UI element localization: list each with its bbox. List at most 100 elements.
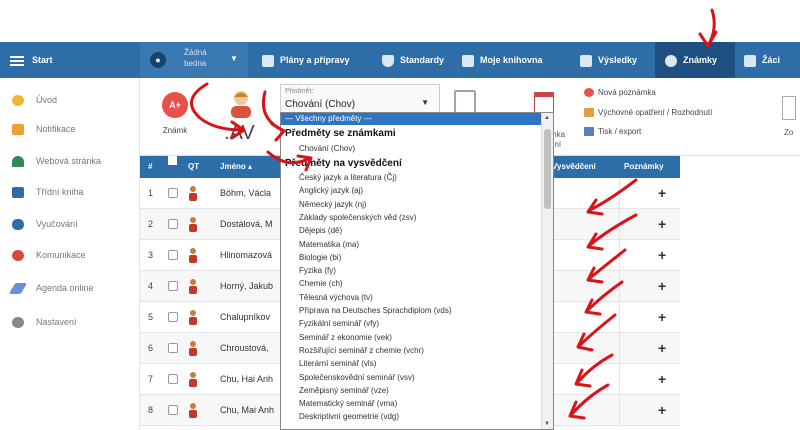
report-cell[interactable] <box>550 364 620 394</box>
student-name[interactable]: Hlinomazová <box>220 250 282 260</box>
dropdown-option[interactable]: Dějepis (dě) <box>299 226 342 235</box>
report-cell[interactable] <box>550 209 620 239</box>
dropdown-option[interactable]: Fyzika (fy) <box>299 266 336 275</box>
sidebar-item-settings[interactable]: Nastavení <box>12 312 77 332</box>
nav-item-grades[interactable]: Známky <box>655 42 735 78</box>
sidebar-item-classbook[interactable]: Třídní kniha <box>12 182 84 202</box>
calendar-icon[interactable] <box>534 92 554 114</box>
report-cell[interactable] <box>550 178 620 208</box>
dropdown-option[interactable]: Německý jazyk (nj) <box>299 200 367 209</box>
student-name[interactable]: Böhm, Václa <box>220 188 282 198</box>
document-icon[interactable] <box>782 96 796 120</box>
sidebar-item-communication[interactable]: Komunikace <box>12 245 86 265</box>
dropdown-option[interactable]: Rozšiřující seminář z chemie (vchr) <box>299 346 424 355</box>
report-cell[interactable] <box>550 240 620 270</box>
dropdown-option[interactable]: Základy společenských věd (zsv) <box>299 213 416 222</box>
print-export-link[interactable]: Tisk / export <box>584 127 641 137</box>
dropdown-option[interactable]: Tělesná výchova (tv) <box>299 293 373 302</box>
measures-link[interactable]: Výchovné opatření / Rozhodnutí <box>584 108 712 118</box>
student-name[interactable]: Chu, Mai Anh <box>220 405 282 415</box>
bar-chart-icon <box>580 54 592 67</box>
nav-item-standards[interactable]: Standardy <box>382 42 444 78</box>
student-name[interactable]: Chu, Hai Anh <box>220 374 282 384</box>
col-name[interactable]: Jméno ▴ <box>220 156 252 178</box>
col-report[interactable]: Vysvědčení <box>552 156 596 178</box>
scrollbar-thumb[interactable] <box>544 129 551 209</box>
student-name[interactable]: Dostálová, M <box>220 219 282 229</box>
dropdown-option[interactable]: Chování (Chov) <box>299 144 355 153</box>
dropdown-option[interactable]: Zeměpisný seminář (vze) <box>299 386 389 395</box>
report-cell[interactable] <box>550 333 620 363</box>
add-note-button[interactable]: + <box>658 278 666 294</box>
nav-item-library[interactable]: Moje knihovna <box>462 42 543 78</box>
mail-icon <box>12 124 24 136</box>
row-checkbox[interactable] <box>168 343 178 353</box>
scroll-up-icon[interactable]: ▲ <box>544 115 550 121</box>
printer-icon <box>584 127 594 137</box>
optgroup-graded: Předměty se známkami <box>285 128 396 139</box>
pen-icon <box>8 283 28 295</box>
sidebar-item-intro[interactable]: Úvod <box>12 90 57 110</box>
add-note-button[interactable]: + <box>658 402 666 418</box>
dropdown-option[interactable]: Český jazyk a literatura (Čj) <box>299 173 397 182</box>
certificate-icon <box>584 108 594 118</box>
add-note-button[interactable]: + <box>658 247 666 263</box>
sidebar-item-website[interactable]: Webová stránka <box>12 151 101 171</box>
nav-item-students[interactable]: Žáci <box>744 42 780 78</box>
sidebar-item-label: Notifikace <box>36 124 76 134</box>
student-name[interactable]: Chroustová, <box>220 343 282 353</box>
add-note-button[interactable]: + <box>658 340 666 356</box>
dropdown-option[interactable]: Matematický seminář (vma) <box>299 399 397 408</box>
row-checkbox[interactable] <box>168 281 178 291</box>
dropdown-option[interactable]: Matematika (ma) <box>299 240 359 249</box>
col-photo[interactable]: QT <box>188 156 199 178</box>
sidebar-item-agenda[interactable]: Agenda online <box>8 278 94 298</box>
subject-dropdown-list[interactable]: — Všechny předměty — Předměty se známkam… <box>280 112 554 430</box>
dropdown-option[interactable]: Příprava na Deutsches Sprachdiplom (vds) <box>299 306 452 315</box>
row-checkbox[interactable] <box>168 405 178 415</box>
dropdown-option[interactable]: Literární seminář (vls) <box>299 359 376 368</box>
dropdown-option[interactable]: Deskriptivní geometrie (vdg) <box>299 412 399 421</box>
add-note-button[interactable]: + <box>658 371 666 387</box>
add-note-button[interactable]: + <box>658 185 666 201</box>
new-grade-button[interactable]: A+ Známk <box>150 92 200 135</box>
chevron-down-icon: ▼ <box>230 54 238 63</box>
nav-item-plans[interactable]: Plány a přípravy <box>262 42 350 78</box>
report-cell[interactable] <box>550 395 620 425</box>
row-checkbox[interactable] <box>168 374 178 384</box>
row-checkbox[interactable] <box>168 312 178 322</box>
row-checkbox[interactable] <box>168 219 178 229</box>
start-menu-button[interactable]: Start <box>10 42 130 78</box>
row-checkbox[interactable] <box>168 188 178 198</box>
nav-item-grades-label: Známky <box>683 55 718 65</box>
add-note-button[interactable]: + <box>658 216 666 232</box>
row-checkbox[interactable] <box>168 250 178 260</box>
school-selector[interactable]: ● Žádná bedna ▼ <box>140 42 248 78</box>
col-notes[interactable]: Poznámky <box>624 156 664 178</box>
sidebar-item-label: Nastavení <box>36 317 77 327</box>
new-note-link[interactable]: Nová poznámka <box>584 88 656 98</box>
sidebar-item-notifications[interactable]: Notifikace <box>12 119 76 139</box>
dropdown-option[interactable]: Společenskovědní seminář (vsv) <box>299 373 415 382</box>
dropdown-option[interactable]: Fyzikální seminář (vfy) <box>299 319 379 328</box>
report-cell[interactable] <box>550 271 620 301</box>
student-name[interactable]: Chalupníkov <box>220 312 282 322</box>
dropdown-option[interactable]: Biologie (bi) <box>299 253 341 262</box>
sidebar-item-label: Třídní kniha <box>36 187 84 197</box>
add-note-button[interactable]: + <box>658 309 666 325</box>
scroll-down-icon[interactable]: ▼ <box>544 421 550 427</box>
hamburger-icon <box>10 55 24 66</box>
report-cell[interactable] <box>550 302 620 332</box>
option-all-subjects[interactable]: — Všechny předměty — <box>281 113 543 125</box>
dropdown-option[interactable]: Chemie (ch) <box>299 279 343 288</box>
gear-icon <box>12 317 24 329</box>
dropdown-scrollbar[interactable]: ▲ ▼ <box>541 113 553 429</box>
dropdown-option[interactable]: Seminář z ekonomie (vek) <box>299 333 392 342</box>
student-name[interactable]: Horný, Jakub <box>220 281 282 291</box>
dropdown-option[interactable]: Anglický jazyk (aj) <box>299 186 363 195</box>
school-icon: ● <box>150 52 166 68</box>
nav-item-results[interactable]: Výsledky <box>580 42 637 78</box>
sidebar-item-teaching[interactable]: Vyučování <box>12 214 78 234</box>
nav-item-results-label: Výsledky <box>598 55 638 65</box>
col-num: # <box>148 162 153 171</box>
